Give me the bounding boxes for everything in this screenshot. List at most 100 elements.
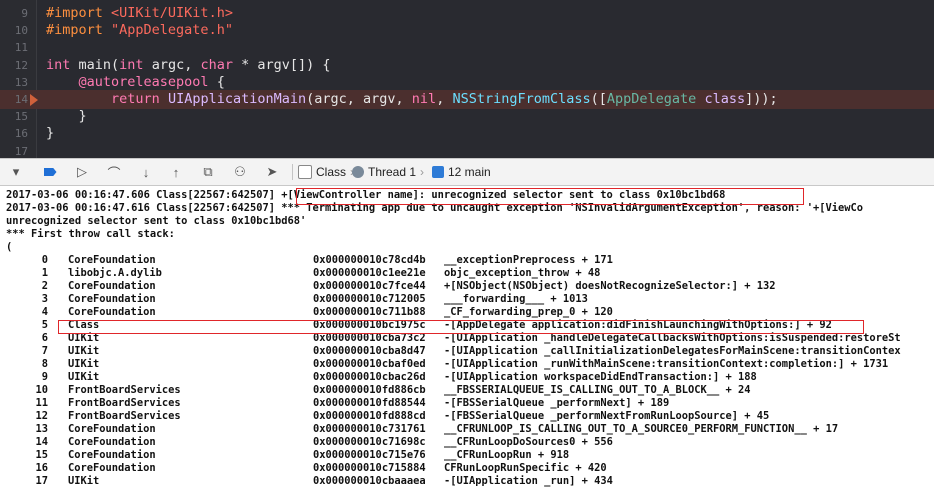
code-token: { [208,73,225,90]
simulate-location-icon[interactable]: ➤ [262,163,282,181]
stack-frame-idx: 16 [35,462,48,474]
line-number: 11 [14,41,28,55]
code-line[interactable]: 11 [0,38,934,57]
step-into-icon[interactable]: ↓ [136,163,156,181]
stack-frame-lib: CoreFoundation [68,293,156,305]
code-token: argc, [143,56,201,73]
code-token: } [46,125,55,142]
line-number: 13 [14,75,28,89]
code-text: @autoreleasepool { [46,73,225,92]
code-text: #import <UIKit/UIKit.h> [46,4,233,23]
code-token: * argv[]) { [232,56,331,73]
step-over-icon[interactable]: ⌒ [104,163,124,181]
toolbar-divider [292,164,293,180]
stack-frame-idx: 9 [41,371,48,383]
stack-frame-sym: +[NSObject(NSObject) doesNotRecognizeSel… [444,280,776,292]
view-hierarchy-icon[interactable]: ⧉ [198,163,218,181]
stack-frame-sym: -[UIApplication _run] + 434 [444,475,613,487]
console-log-line: unrecognized selector sent to class 0x10… [6,215,307,227]
breadcrumb-thread[interactable]: Thread 1 › [352,163,424,181]
code-token: int [119,56,144,73]
console-log-line: *** First throw call stack: [6,228,175,240]
code-line[interactable]: 13 @autoreleasepool { [0,73,934,92]
stack-frame-idx: 1 [41,267,48,279]
stack-frame-addr: 0x000000010fd88544 [313,397,426,409]
breadcrumb-frame-label: 12 main [448,165,491,179]
code-token: } [46,108,87,125]
stack-frame-lib: FrontBoardServices [68,410,181,422]
code-token: <UIKit/UIKit.h> [111,5,233,21]
breakpoints-toggle-icon[interactable] [40,163,60,181]
code-line-highlighted[interactable]: 14 return UIApplicationMain(argc, argv, … [0,90,934,109]
stack-frame-idx: 0 [41,254,48,266]
breadcrumb-thread-label: Thread 1 [368,165,417,179]
stack-frame-sym: __exceptionPreprocess + 171 [444,254,613,266]
stack-frame-lib: UIKit [68,475,100,487]
line-number: 15 [14,110,28,124]
code-token: @autoreleasepool [78,73,209,90]
stack-frame-addr: 0x000000010c78cd4b [313,254,426,266]
breadcrumb-process[interactable]: Class › [298,163,354,181]
continue-icon[interactable]: ▷ [72,163,92,181]
code-token: (argc, argv, [306,91,412,107]
code-token: nil [411,91,437,107]
code-line[interactable]: 10 #import "AppDelegate.h" [0,21,934,40]
stack-frame-lib: FrontBoardServices [68,384,181,396]
thread-icon [352,166,364,178]
stack-frame-sym: -[UIApplication workspaceDidEndTransacti… [444,371,757,383]
line-number: 16 [14,127,28,141]
step-out-icon[interactable]: ↑ [166,163,186,181]
stack-frame-addr: 0x000000010cba73c2 [313,332,426,344]
exception-marker-icon [30,94,38,106]
chevron-right-icon: › [420,165,425,179]
code-token: , [436,91,453,107]
stack-frame-sym: -[UIApplication _callInitializationDeleg… [444,345,901,357]
stack-frame-lib: CoreFoundation [68,306,156,318]
code-line[interactable]: 17 [0,142,934,158]
stack-frame-addr: 0x000000010c1ee21e [313,267,426,279]
hide-debug-area-icon[interactable]: ▾ [6,163,26,181]
stack-frame-sym: -[FBSSerialQueue _performNextFromRunLoop… [444,410,770,422]
line-number: 14 [14,93,28,106]
stack-frame-addr: 0x000000010c711b88 [313,306,426,318]
stack-frame-idx: 12 [35,410,48,422]
stack-frame-idx: 10 [35,384,48,396]
code-line[interactable]: 16} [0,124,934,143]
stack-frame-idx: 2 [41,280,48,292]
stack-frame-lib: UIKit [68,358,100,370]
breadcrumb-class-label: Class [316,165,347,179]
stack-frame-idx: 4 [41,306,48,318]
stack-frame-idx: 17 [35,475,48,487]
stack-frame-lib: UIKit [68,345,100,357]
code-editor[interactable]: 9 #import <UIKit/UIKit.h> 10 #import "AppDe… [0,0,934,158]
debug-bar: ▾ ▷ ⌒ ↓ ↑ ⧉ ⚇ ➤ Class › Thread 1 › 12 ma… [0,158,934,186]
stack-frame-sym: __FBSSERIALQUEUE_IS_CALLING_OUT_TO_A_BLO… [444,384,751,396]
code-token: int [46,56,71,73]
stack-frame-idx: 11 [35,397,48,409]
stack-frame-lib: CoreFoundation [68,254,156,266]
stack-frame-addr: 0x000000010c715884 [313,462,426,474]
stack-frame-addr: 0x000000010cbaaaea [313,475,426,487]
breadcrumb-frame[interactable]: 12 main [432,163,491,181]
stack-frame-idx: 13 [35,423,48,435]
stack-frame-addr: 0x000000010bc1975c [313,319,426,331]
code-token: return [111,91,160,107]
code-text: #import "AppDelegate.h" [46,21,233,40]
stack-frame-lib: CoreFoundation [68,462,156,474]
memory-graph-icon[interactable]: ⚇ [230,163,250,181]
console-log-line: ( [6,241,13,253]
stack-frame-lib: UIKit [68,332,100,344]
debug-console[interactable]: 2017-03-06 00:16:47.606 Class[22567:6425… [0,186,934,491]
code-line[interactable]: 15 } [0,107,934,126]
stack-frame-idx: 7 [41,345,48,357]
code-token: AppDelegate [606,91,697,107]
stack-frame-idx: 15 [35,449,48,461]
code-token: class [704,91,746,107]
stack-frame-addr: 0x000000010fd886cb [313,384,426,396]
code-line[interactable]: 12 int main(int argc, char * argv[]) { [0,56,934,75]
code-token: #import [46,5,112,21]
stack-frame-addr: 0x000000010cbac26d [313,371,426,383]
code-line[interactable]: 9 #import <UIKit/UIKit.h> [0,4,934,23]
stack-frame-idx: 14 [35,436,48,448]
